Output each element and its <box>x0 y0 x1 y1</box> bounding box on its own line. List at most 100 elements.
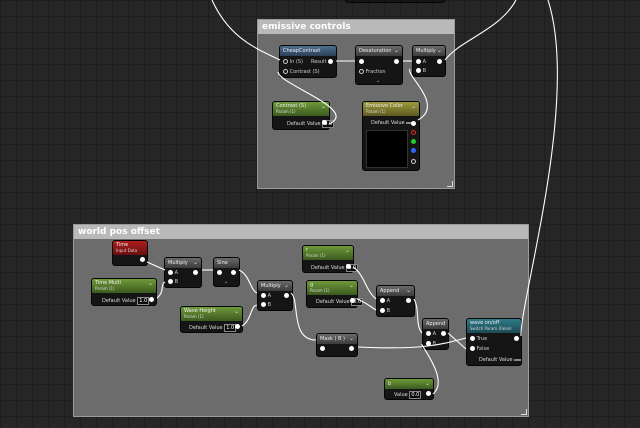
pin-output[interactable] <box>514 336 519 342</box>
pin-icon <box>168 279 173 284</box>
pin-output[interactable] <box>140 257 145 263</box>
node-sine[interactable]: Sine ⌄ <box>213 257 240 287</box>
pin-output[interactable] <box>350 298 355 304</box>
pin-b[interactable]: B <box>380 308 390 314</box>
expand-icon[interactable]: ⌄ <box>376 78 380 84</box>
node-emissive-color[interactable]: Emissive Color Param (1) ⌄ Default Value <box>362 101 420 171</box>
node-append-1[interactable]: Append ⌄ A B <box>376 285 415 317</box>
chevron-down-icon[interactable]: ⌄ <box>349 335 354 342</box>
node-multiply-2[interactable]: Multiply ⌄ A B <box>257 280 293 311</box>
pin-result[interactable]: Result <box>311 59 333 65</box>
node-param-g[interactable]: g Param (1) ⌄ Default Value 0.0 <box>306 280 364 308</box>
pin-icon <box>235 324 240 329</box>
pin-output[interactable] <box>346 264 351 270</box>
pin-input[interactable] <box>217 270 222 276</box>
pin-output[interactable] <box>349 346 354 352</box>
expand-icon[interactable]: ⌄ <box>224 279 228 285</box>
pin-icon <box>284 293 289 298</box>
chevron-down-icon[interactable]: ⌄ <box>345 247 350 254</box>
pin-output[interactable] <box>322 120 327 126</box>
node-time[interactable]: Time Input Data <box>112 240 148 266</box>
node-multiply[interactable]: Multiply ⌄ A B <box>412 45 446 77</box>
pin-icon <box>261 302 266 307</box>
node-cheap-contrast[interactable]: CheapContrast In (S) Result Contrast (S) <box>279 45 337 78</box>
chevron-down-icon[interactable]: ⌄ <box>148 280 153 287</box>
node-subtitle: Input Data <box>116 248 138 253</box>
chevron-down-icon[interactable]: ⌄ <box>437 47 442 54</box>
chevron-down-icon[interactable]: ⌄ <box>394 47 399 54</box>
value-input[interactable]: 0.0 <box>409 391 422 399</box>
node-multiply-1[interactable]: Multiply ⌄ A B <box>164 257 202 288</box>
pin-icon <box>328 59 333 64</box>
pin-label: Fraction <box>365 69 386 75</box>
pin-a[interactable] <box>411 159 416 165</box>
default-value-field[interactable]: Default Value <box>479 357 522 363</box>
node-param-r[interactable]: r Param (1) ⌄ Default Value 0.0 <box>302 245 359 273</box>
chevron-down-icon[interactable]: ⌄ <box>321 103 326 110</box>
pin-r[interactable] <box>411 130 416 136</box>
comment-title[interactable]: emissive controls <box>258 20 454 34</box>
pin-output[interactable] <box>284 293 289 299</box>
chevron-down-icon[interactable]: ⌄ <box>425 380 430 387</box>
comment-title[interactable]: world pos offset <box>74 225 528 239</box>
chevron-down-icon[interactable]: ⌄ <box>349 282 354 289</box>
pin-label: B <box>422 68 427 74</box>
node-time-multi[interactable]: Time Multi Param (1) ⌄ Default Value 1.0 <box>91 278 157 306</box>
pin-output[interactable] <box>231 270 236 276</box>
chevron-down-icon[interactable]: ⌄ <box>284 282 289 289</box>
default-value-field[interactable]: Default Value 0.0 <box>287 120 335 128</box>
pin-a[interactable]: A <box>261 293 271 299</box>
chevron-down-icon[interactable]: ⌄ <box>411 103 416 110</box>
pin-a[interactable]: A <box>168 270 178 276</box>
pin-a[interactable]: A <box>426 331 436 337</box>
pin-a[interactable]: A <box>416 59 426 65</box>
default-value-field[interactable]: Default Value 1.0 <box>102 297 150 305</box>
resize-handle-icon[interactable] <box>521 409 527 415</box>
node-mask[interactable]: Mask ( B ) ⌄ <box>316 333 358 357</box>
pin-b[interactable]: B <box>261 302 271 308</box>
pin-fraction[interactable]: Fraction <box>359 69 386 75</box>
chevron-down-icon[interactable]: ⌄ <box>193 259 198 266</box>
pin-output[interactable] <box>193 270 198 276</box>
pin-output[interactable] <box>149 297 154 303</box>
node-subtitle: Switch Param (False) <box>470 326 512 331</box>
pin-b[interactable]: B <box>416 68 426 74</box>
pin-b[interactable]: B <box>168 279 178 285</box>
default-value-field[interactable]: Default Value 1.0 <box>189 324 237 332</box>
pin-output[interactable] <box>437 59 442 65</box>
node-contrast-param[interactable]: Contrast (S) Param (1) ⌄ Default Value 0.… <box>272 101 335 130</box>
pin-false[interactable]: False <box>470 346 489 352</box>
pin-b[interactable] <box>411 148 416 154</box>
chevron-down-icon[interactable]: ⌄ <box>234 308 239 315</box>
node-wave-height[interactable]: Wave Height Param (1) ⌄ Default Value 1.0 <box>180 306 243 333</box>
default-value-field[interactable]: Default Value 0.0 <box>316 298 364 306</box>
default-value-field[interactable]: Default Value 0.0 <box>311 264 359 272</box>
node-append-2[interactable]: Append A B <box>422 318 449 350</box>
pin-output[interactable] <box>235 324 240 330</box>
preview-image <box>366 130 408 168</box>
pin-input[interactable] <box>359 59 364 65</box>
pin-rgb[interactable] <box>411 121 416 127</box>
pin-icon <box>140 257 145 262</box>
default-value-input[interactable]: 1.0 <box>137 297 150 305</box>
default-value-checkbox[interactable] <box>514 359 522 361</box>
offscreen-node[interactable] <box>345 0 445 3</box>
value-field[interactable]: Value 0.0 <box>394 391 422 399</box>
pin-b[interactable]: B <box>426 341 436 347</box>
resize-handle-icon[interactable] <box>447 181 453 187</box>
default-value-field[interactable]: Default Value <box>371 120 414 126</box>
node-desaturation[interactable]: Desaturation ⌄ Fraction ⌄ <box>355 45 403 85</box>
pin-output[interactable] <box>426 391 431 397</box>
node-switch-wave[interactable]: wave on/off Switch Param (False) True Fal… <box>466 318 522 366</box>
chevron-down-icon[interactable]: ⌄ <box>406 287 411 294</box>
pin-in[interactable]: In (S) <box>283 59 303 65</box>
pin-contrast[interactable]: Contrast (S) <box>283 69 320 75</box>
node-constant-b[interactable]: b ⌄ Value 0.0 <box>384 378 434 400</box>
pin-true[interactable]: True <box>470 336 487 342</box>
pin-output[interactable] <box>441 331 446 337</box>
pin-g[interactable] <box>411 139 416 145</box>
pin-input[interactable] <box>320 346 325 352</box>
pin-a[interactable]: A <box>380 298 390 304</box>
pin-output[interactable] <box>394 59 399 65</box>
pin-output[interactable] <box>406 298 411 304</box>
